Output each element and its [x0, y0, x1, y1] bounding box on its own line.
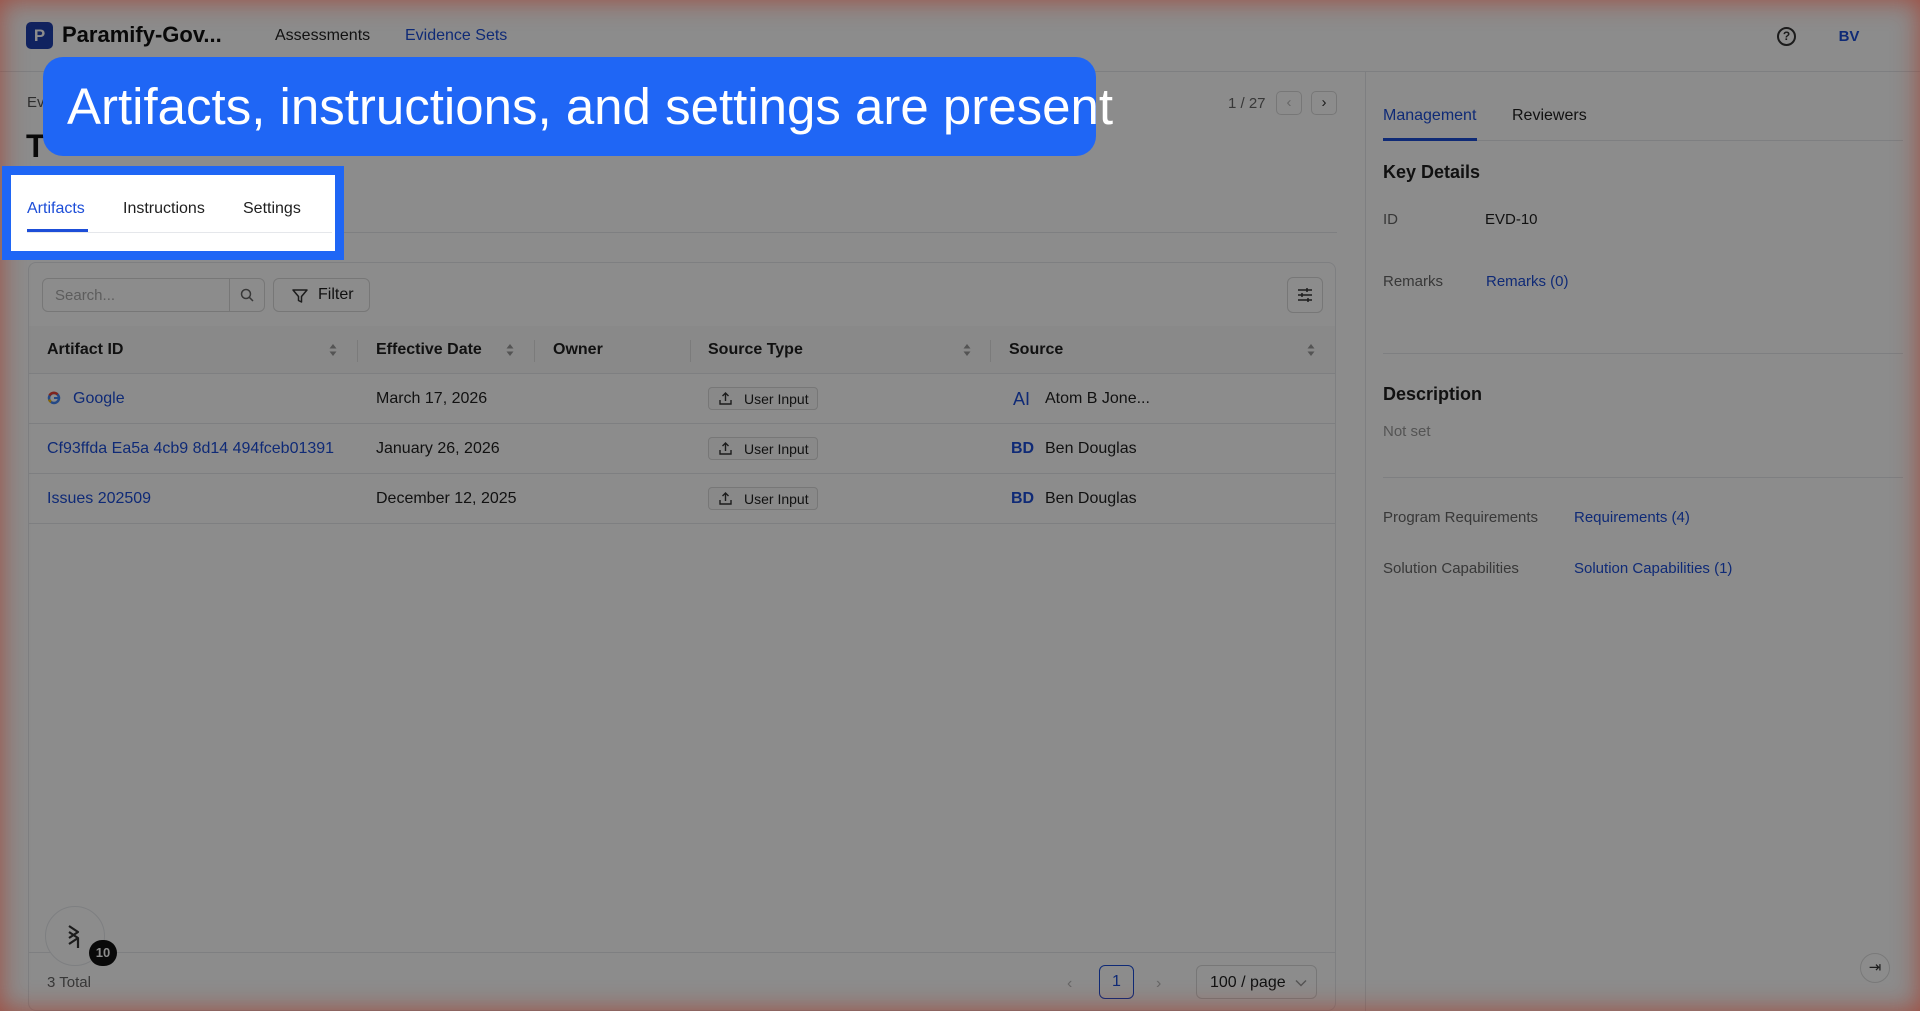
source-name: Ben Douglas — [1045, 490, 1137, 507]
google-icon — [47, 391, 61, 405]
tab-instructions[interactable]: Instructions — [123, 200, 205, 218]
next-page-icon[interactable]: › — [1156, 975, 1161, 993]
filter-button[interactable]: Filter — [273, 278, 370, 312]
artifact-link[interactable]: Cf93ffda Ea5a 4cb9 8d14 494fceb01391 — [47, 440, 334, 458]
prev-page-icon[interactable]: ‹ — [1067, 975, 1072, 993]
page-size-select[interactable]: 100 / page — [1196, 965, 1317, 999]
requirements-link[interactable]: Requirements (4) — [1574, 509, 1690, 526]
tabs-divider — [27, 232, 332, 233]
sliders-icon — [1298, 288, 1312, 302]
artifact-link[interactable]: Issues 202509 — [47, 490, 151, 508]
source-avatar: AI — [1013, 389, 1031, 409]
program-requirements-label: Program Requirements — [1383, 509, 1539, 526]
col-source-type[interactable]: Source Type — [708, 341, 803, 359]
source-avatar: BD — [1011, 490, 1035, 507]
source-type-tag: User Input — [708, 437, 818, 460]
col-artifact-id[interactable]: Artifact ID — [47, 341, 123, 359]
col-separator — [357, 340, 358, 362]
sort-icon[interactable] — [328, 342, 338, 358]
solution-capabilities-label: Solution Capabilities — [1383, 560, 1519, 577]
avatar[interactable]: BV — [1830, 22, 1868, 52]
effective-date: January 26, 2026 — [376, 440, 500, 457]
section-divider — [1383, 353, 1903, 354]
id-value: EVD-10 — [1485, 211, 1538, 228]
column-settings-button[interactable] — [1287, 277, 1323, 313]
col-source[interactable]: Source — [1009, 341, 1063, 359]
effective-date: March 17, 2026 — [376, 390, 488, 407]
col-effective-date[interactable]: Effective Date — [376, 341, 482, 359]
next-record-button[interactable]: › — [1311, 91, 1337, 115]
table-header — [29, 326, 1335, 374]
search-icon — [240, 288, 254, 302]
solution-capabilities-link[interactable]: Solution Capabilities (1) — [1574, 560, 1732, 577]
tab-artifacts[interactable]: Artifacts — [27, 200, 85, 218]
id-label: ID — [1383, 211, 1398, 228]
search-input[interactable]: Search... — [42, 278, 230, 312]
description-value: Not set — [1383, 423, 1431, 440]
record-pager-count: 1 / 27 — [1228, 95, 1266, 112]
tab-reviewers[interactable]: Reviewers — [1512, 107, 1587, 125]
help-icon[interactable]: ? — [1777, 27, 1796, 46]
nav-evidence-sets[interactable]: Evidence Sets — [405, 27, 507, 45]
footer-divider — [29, 952, 1335, 953]
source-type-tag: User Input — [708, 487, 818, 510]
total-count: 3 Total — [47, 974, 91, 991]
upload-icon — [719, 392, 732, 405]
description-heading: Description — [1383, 384, 1483, 404]
active-tab-indicator — [1383, 138, 1477, 141]
col-owner: Owner — [553, 341, 603, 358]
table-row[interactable] — [29, 474, 1335, 524]
source-type-label: User Input — [744, 391, 809, 407]
remarks-link[interactable]: Remarks (0) — [1486, 273, 1569, 290]
remarks-label: Remarks — [1383, 273, 1444, 290]
upload-icon — [719, 442, 732, 455]
notification-badge: 10 — [89, 940, 117, 966]
tutorial-callout: Artifacts, instructions, and settings ar… — [43, 57, 1113, 156]
page-number-button[interactable]: 1 — [1099, 965, 1134, 999]
search-button[interactable] — [229, 278, 265, 312]
prev-record-button[interactable]: ‹ — [1276, 91, 1302, 115]
col-separator — [690, 340, 691, 362]
source-avatar: BD — [1011, 440, 1035, 457]
collapse-panel-icon[interactable]: ⇥ — [1860, 953, 1890, 983]
col-separator — [534, 340, 535, 362]
source-type-label: User Input — [744, 491, 809, 507]
details-panel — [1365, 72, 1920, 1011]
page-size-label: 100 / page — [1210, 974, 1286, 991]
upload-icon — [719, 492, 732, 505]
source-type-label: User Input — [744, 441, 809, 457]
effective-date: December 12, 2025 — [376, 490, 517, 507]
filter-icon — [292, 289, 308, 303]
sort-icon[interactable] — [505, 342, 515, 358]
active-tab-indicator — [27, 229, 88, 232]
filter-label: Filter — [318, 286, 354, 303]
sort-icon[interactable] — [1306, 342, 1316, 358]
key-details-heading: Key Details — [1383, 162, 1481, 182]
col-separator — [990, 340, 991, 362]
sort-icon[interactable] — [962, 342, 972, 358]
breadcrumb[interactable]: Ev — [27, 94, 45, 111]
tab-settings[interactable]: Settings — [243, 200, 301, 218]
nav-assessments[interactable]: Assessments — [275, 27, 370, 45]
tab-management[interactable]: Management — [1383, 107, 1476, 125]
chevron-down-icon — [1295, 980, 1307, 987]
source-name: Atom B Jone... — [1045, 390, 1150, 407]
app-name[interactable]: Paramify-Gov... — [62, 22, 222, 48]
paramify-icon — [68, 925, 80, 948]
source-name: Ben Douglas — [1045, 440, 1137, 457]
source-type-tag: User Input — [708, 387, 818, 410]
artifact-link[interactable]: Google — [73, 390, 125, 408]
paramify-logo-icon[interactable]: P — [26, 22, 53, 49]
section-divider — [1383, 477, 1903, 478]
